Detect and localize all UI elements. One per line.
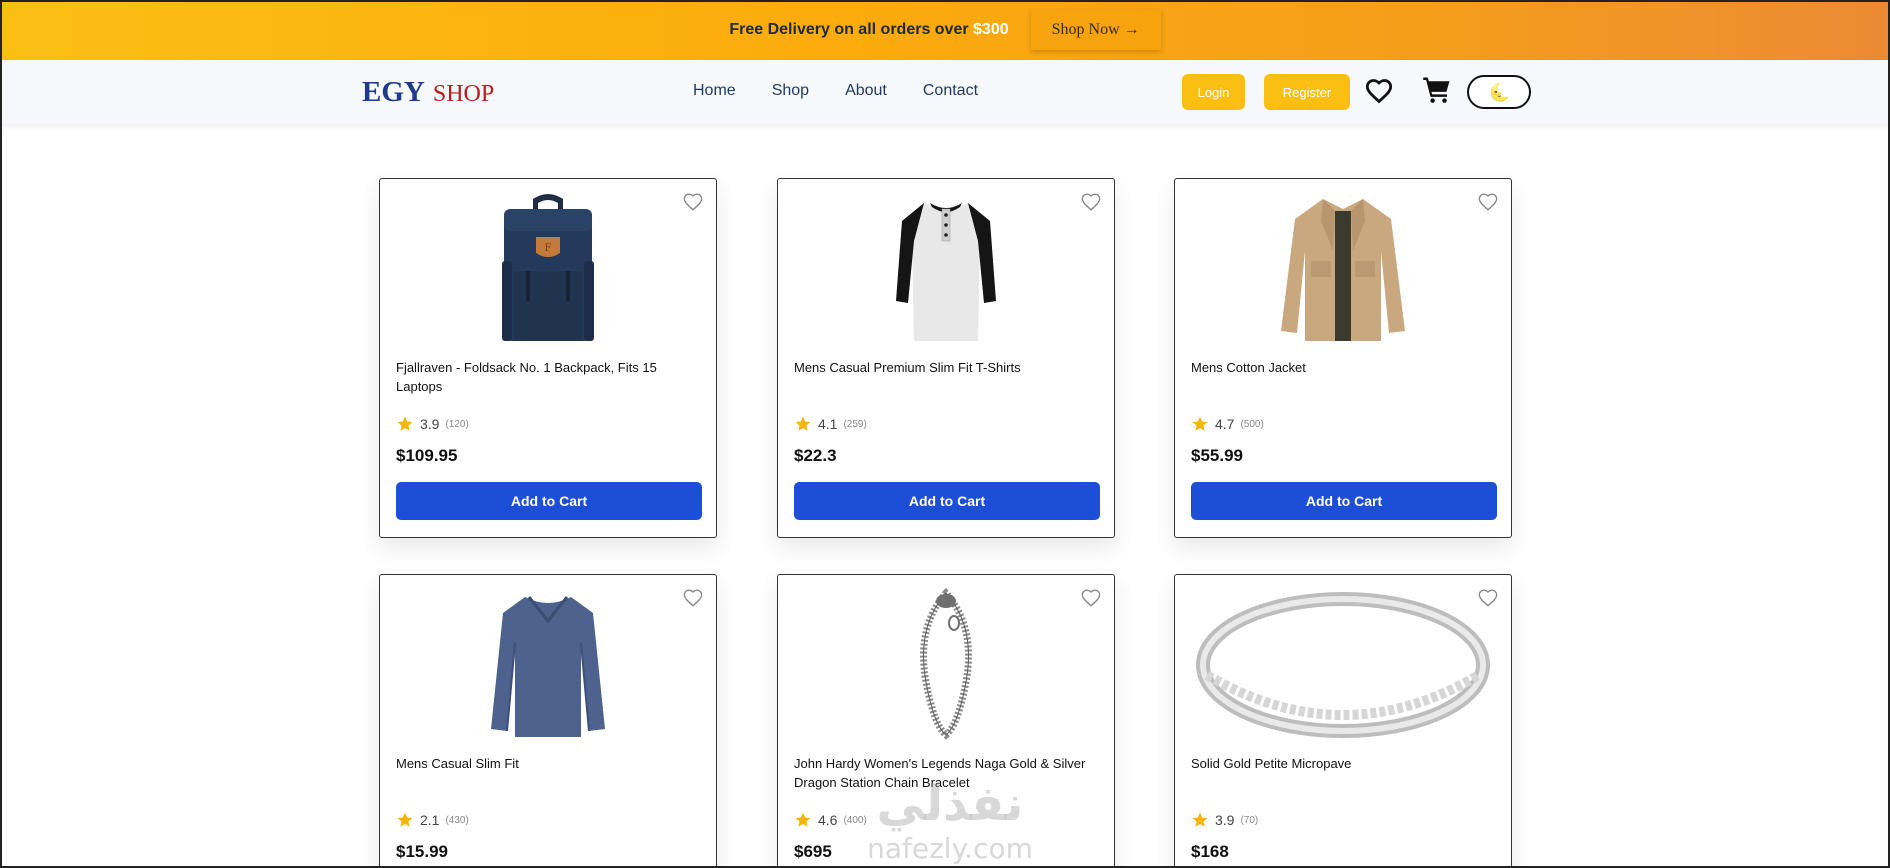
product-price: $55.99 [1191,446,1243,465]
login-button[interactable]: Login [1182,74,1245,110]
nav-link-about[interactable]: About [845,82,887,100]
navbar: EGY SHOP Home Shop About Contact Login Re… [0,60,1890,124]
wishlist-heart-icon[interactable] [682,587,704,609]
product-card: Mens Cotton Jacket 4.7 (500) $55.99 Add … [1174,178,1512,538]
product-rating: 4.1 (259) [794,415,867,433]
product-image-longsleeve[interactable] [380,587,716,742]
star-icon [397,812,413,827]
wishlist-heart-icon[interactable] [1477,587,1499,609]
product-title: Mens Cotton Jacket [1191,360,1306,375]
rating-count: (430) [445,814,469,826]
moon-icon: 🌜 [1489,83,1511,102]
star-icon [795,812,811,827]
product-rating: 3.9 (120) [396,415,469,433]
promo-amount: $300 [973,21,1009,38]
rating-value: 2.1 [420,812,440,828]
rating-count: (259) [843,418,867,430]
product-image-ring[interactable] [1175,587,1511,742]
product-rating: 4.7 (500) [1191,415,1264,433]
rating-count: (400) [843,814,867,826]
star-icon [1192,812,1208,827]
rating-value: 3.9 [420,416,440,432]
product-title: Mens Casual Slim Fit [396,756,519,771]
rating-value: 4.6 [818,812,838,828]
wishlist-heart-icon[interactable] [682,191,704,213]
product-title: Mens Casual Premium Slim Fit T-Shirts [794,360,1021,375]
add-to-cart-button[interactable]: Add to Cart [396,482,702,520]
add-to-cart-button[interactable]: Add to Cart [794,482,1100,520]
product-card: Solid Gold Petite Micropave 3.9 (70) $16… [1174,574,1512,868]
product-rating: 3.9 (70) [1191,811,1258,829]
product-price: $109.95 [396,446,458,465]
add-to-cart-button[interactable]: Add to Cart [1191,482,1497,520]
cart-icon[interactable] [1422,75,1452,105]
rating-value: 3.9 [1215,812,1235,828]
product-price: $15.99 [396,842,448,861]
rating-value: 4.1 [818,416,838,432]
product-price: $168 [1191,842,1229,861]
theme-toggle[interactable]: 🌜 [1467,75,1531,109]
svg-text:F: F [545,243,552,254]
product-image-backpack[interactable]: F [380,191,716,346]
product-card: F Fjallraven - Foldsack No. 1 Backpack, … [379,178,717,538]
promo-text: Free Delivery on all orders over $300 [729,21,1009,38]
product-price: $22.3 [794,446,837,465]
product-title: Solid Gold Petite Micropave [1191,756,1352,771]
shop-now-label: Shop Now [1051,21,1120,38]
product-price: $695 [794,842,832,861]
product-rating: 2.1 (430) [396,811,469,829]
product-image-jacket[interactable] [1175,191,1511,346]
product-image-tshirt[interactable] [778,191,1114,346]
nav-link-home[interactable]: Home [693,82,736,100]
shop-now-button[interactable]: Shop Now → [1030,10,1161,50]
product-title: Fjallraven - Foldsack No. 1 Backpack, Fi… [396,360,657,394]
nav-link-contact[interactable]: Contact [923,82,978,100]
product-card: Mens Casual Premium Slim Fit T-Shirts 4.… [777,178,1115,538]
arrow-right-icon: → [1123,21,1140,38]
product-rating: 4.6 (400) [794,811,867,829]
rating-value: 4.7 [1215,416,1235,432]
rating-count: (70) [1240,814,1259,826]
promo-banner: Free Delivery on all orders over $300 Sh… [0,0,1890,60]
logo-part-egy: EGY [362,76,425,108]
register-button[interactable]: Register [1264,74,1350,110]
star-icon [397,416,413,431]
product-image-bracelet[interactable] [778,587,1114,742]
star-icon [1192,416,1208,431]
product-title: John Hardy Women's Legends Naga Gold & S… [794,756,1086,790]
wishlist-heart-icon[interactable] [1477,191,1499,213]
rating-count: (500) [1240,418,1264,430]
logo-part-shop: SHOP [432,81,495,107]
product-card: Mens Casual Slim Fit 2.1 (430) $15.99 [379,574,717,868]
wishlist-heart-icon[interactable] [1365,77,1393,105]
nav-link-shop[interactable]: Shop [772,82,809,100]
site-logo[interactable]: EGY SHOP [362,76,494,109]
rating-count: (120) [445,418,469,430]
wishlist-heart-icon[interactable] [1080,587,1102,609]
star-icon [795,416,811,431]
wishlist-heart-icon[interactable] [1080,191,1102,213]
nav-links: Home Shop About Contact [693,82,978,100]
product-card: John Hardy Women's Legends Naga Gold & S… [777,574,1115,868]
